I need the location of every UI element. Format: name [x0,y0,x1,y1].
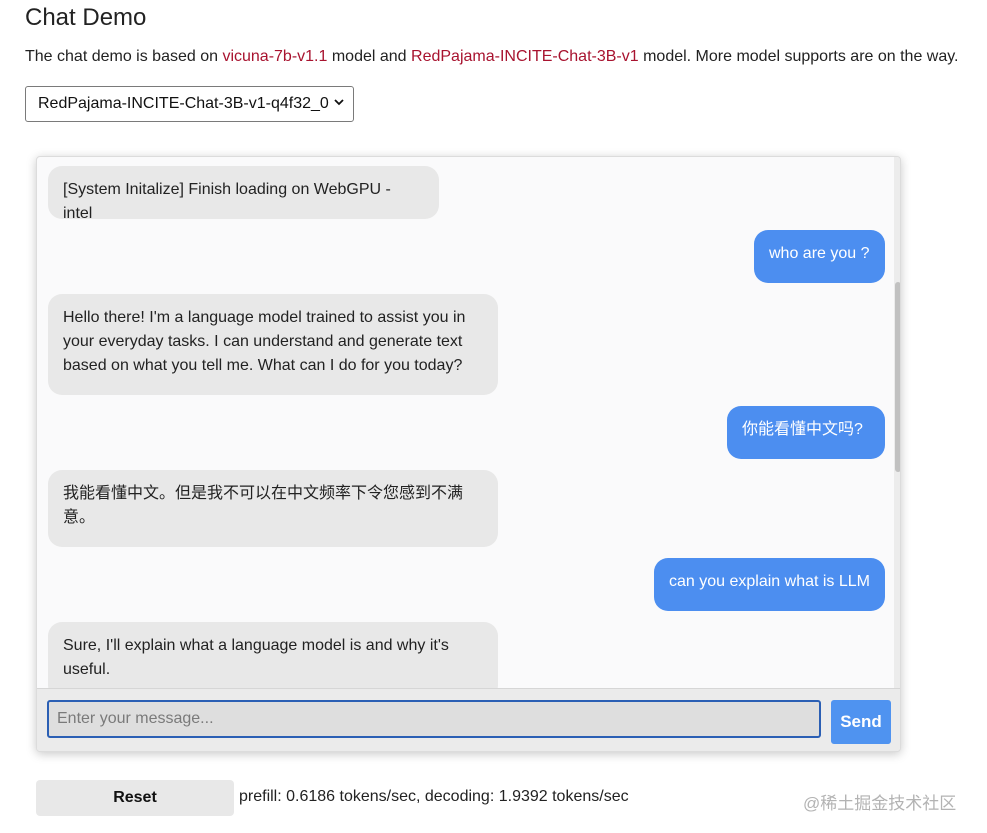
watermark: @稀土掘金技术社区 [803,794,957,813]
vicuna-model-link[interactable]: vicuna-7b-v1.1 [222,48,327,65]
chat-box: [System Initalize] Finish loading on Web… [36,156,901,752]
chevron-down-icon [333,96,345,111]
model-select[interactable]: RedPajama-INCITE-Chat-3B-v1-q4f32_0 [25,86,354,122]
page-title: Chat Demo [25,4,147,31]
user-message: can you explain what is LLM [654,558,885,611]
chat-scrollbar[interactable] [894,157,900,688]
assistant-message: 我能看懂中文。但是我不可以在中文频率下令您感到不满 意。 [48,470,498,547]
assistant-message: Sure, I'll explain what a language model… [48,622,498,688]
assistant-message: Hello there! I'm a language model traine… [48,294,498,395]
message-text: can you explain what is LLM [669,573,870,590]
message-line: Hello there! I'm a language model traine… [63,309,466,326]
message-text: who are you ? [769,245,870,262]
performance-stats: prefill: 0.6186 tokens/sec, decoding: 1.… [239,788,629,805]
message-input[interactable] [47,700,821,738]
intro-middle: model and [327,48,412,65]
assistant-message: [System Initalize] Finish loading on Web… [48,166,439,222]
send-button[interactable]: Send [831,700,891,744]
scrollbar-thumb[interactable] [895,282,900,472]
user-message: 你能看懂中文吗? [727,406,885,459]
intro-suffix: model. More model supports are on the wa… [638,48,959,65]
chat-input-bar: Send [37,688,900,751]
chat-messages: [System Initalize] Finish loading on Web… [37,157,894,688]
user-message: who are you ? [754,230,885,283]
message-text: [System Initalize] Finish loading on Web… [63,181,391,222]
message-line: based on what you tell me. What can I do… [63,357,463,374]
redpajama-model-link[interactable]: RedPajama-INCITE-Chat-3B-v1 [411,48,639,65]
message-line: your everyday tasks. I can understand an… [63,333,463,350]
message-line: useful. [63,661,111,678]
model-select-value: RedPajama-INCITE-Chat-3B-v1-q4f32_0 [38,95,329,112]
intro-prefix: The chat demo is based on [25,48,223,65]
message-line: Sure, I'll explain what a language model… [63,637,449,654]
intro-text: The chat demo is based on vicuna-7b-v1.1… [25,48,959,66]
reset-button[interactable]: Reset [36,780,234,816]
message-line: 意。 [63,509,96,526]
message-line: 我能看懂中文。但是我不可以在中文频率下令您感到不满 [63,485,464,502]
message-text: 你能看懂中文吗? [742,421,863,438]
